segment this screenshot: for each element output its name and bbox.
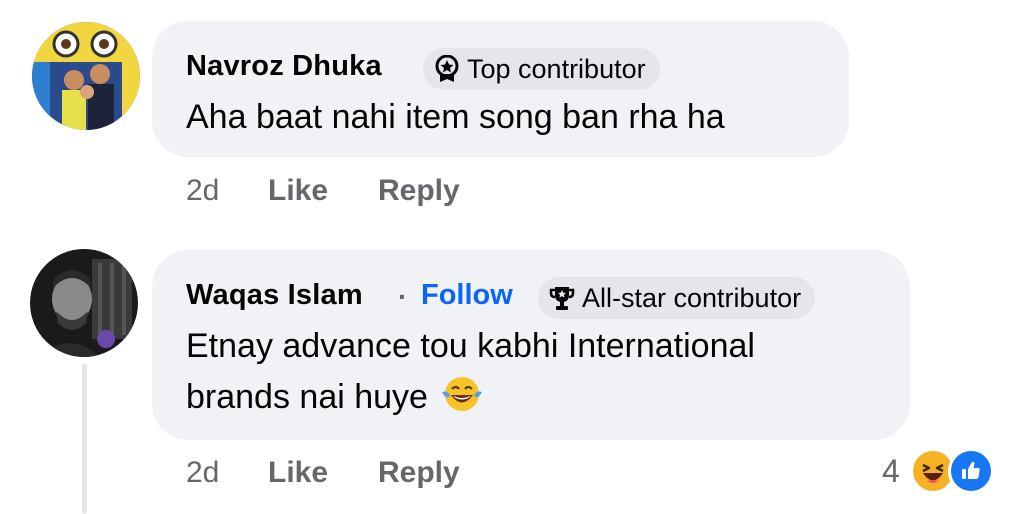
like-button[interactable]: Like <box>268 174 328 208</box>
face-with-tears-of-joy-icon <box>440 374 484 428</box>
comment-text-line-1: Etnay advance tou kabhi International <box>186 327 755 365</box>
reaction-summary[interactable]: 4 <box>882 448 994 494</box>
reply-thread-line <box>82 364 87 514</box>
like-button[interactable]: Like <box>268 456 328 490</box>
avatar-navroz-dhuka[interactable] <box>32 22 140 130</box>
avatar-waqas-islam[interactable] <box>30 249 138 357</box>
comment-author-name[interactable]: Navroz Dhuka <box>186 50 382 83</box>
comment-author-name[interactable]: Waqas Islam <box>186 279 363 312</box>
reply-button[interactable]: Reply <box>378 174 460 208</box>
top-contributor-icon <box>433 55 461 83</box>
comment-timestamp[interactable]: 2d <box>186 174 219 208</box>
comment-text-line-2: brands nai huye <box>186 372 484 428</box>
comment-text-line-2-text: brands nai huye <box>186 378 428 416</box>
trophy-icon <box>548 284 576 312</box>
reaction-count: 4 <box>882 452 900 489</box>
follow-button[interactable]: Follow <box>421 279 513 312</box>
reply-button[interactable]: Reply <box>378 456 460 490</box>
separator-dot: · <box>398 281 408 312</box>
comment-text: Aha baat nahi item song ban rha ha <box>186 98 725 136</box>
all-star-contributor-badge[interactable]: All-star contributor <box>538 277 816 319</box>
like-reaction-icon <box>947 448 994 494</box>
top-contributor-badge[interactable]: Top contributor <box>423 48 660 90</box>
badge-label: All-star contributor <box>582 282 802 313</box>
badge-label: Top contributor <box>467 53 646 84</box>
comment-timestamp[interactable]: 2d <box>186 456 219 490</box>
